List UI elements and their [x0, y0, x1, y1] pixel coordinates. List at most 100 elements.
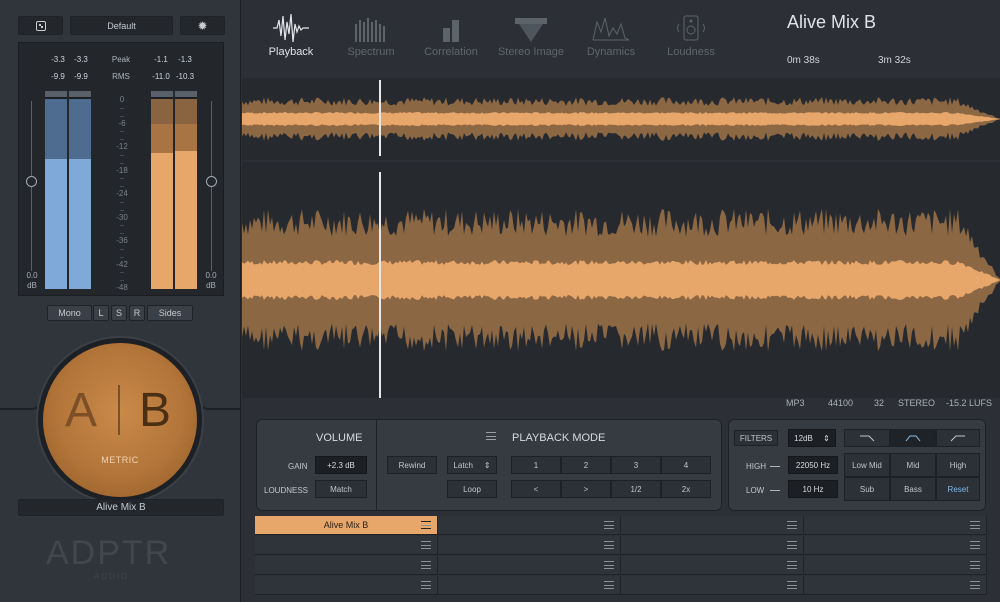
- track-slot[interactable]: Alive Mix B: [255, 516, 438, 535]
- prev-button[interactable]: <: [511, 480, 561, 498]
- cue-2-button[interactable]: 2: [561, 456, 611, 474]
- slot-menu-icon[interactable]: [421, 561, 431, 569]
- match-button[interactable]: Match: [315, 480, 367, 498]
- peak-value: -3.3: [74, 55, 88, 64]
- fader-a-handle[interactable]: [26, 176, 37, 187]
- track-slot[interactable]: [438, 516, 621, 535]
- track-name-field[interactable]: Alive Mix B: [18, 499, 224, 516]
- rewind-button[interactable]: Rewind: [387, 456, 437, 474]
- track-slot[interactable]: [255, 576, 438, 595]
- track-slot[interactable]: [804, 576, 987, 595]
- slot-menu-icon[interactable]: [787, 541, 797, 549]
- latch-label: Latch: [453, 460, 473, 470]
- slot-menu-icon[interactable]: [604, 561, 614, 569]
- slot-menu-icon[interactable]: [970, 581, 980, 589]
- slot-menu-icon[interactable]: [604, 581, 614, 589]
- low-freq-field[interactable]: 10 Hz: [788, 480, 838, 498]
- tab-stereo-image[interactable]: Stereo Image: [491, 10, 571, 58]
- track-slot[interactable]: [621, 576, 804, 595]
- next-button[interactable]: >: [561, 480, 611, 498]
- slot-menu-icon[interactable]: [787, 561, 797, 569]
- bass-button[interactable]: Bass: [890, 477, 936, 501]
- playhead-zoom[interactable]: [379, 172, 381, 398]
- dice-button[interactable]: [18, 16, 63, 35]
- ab-switch-button[interactable]: A B METRIC: [38, 338, 202, 502]
- slot-menu-icon[interactable]: [604, 541, 614, 549]
- bandpass-button[interactable]: [890, 429, 936, 447]
- slope-select[interactable]: 12dB ⇕: [788, 429, 836, 447]
- slot-menu-icon[interactable]: [421, 521, 431, 529]
- track-slot[interactable]: [621, 556, 804, 575]
- high-freq-field[interactable]: 22050 Hz: [788, 456, 838, 474]
- cue-3-button[interactable]: 3: [611, 456, 661, 474]
- double-speed-button[interactable]: 2x: [661, 480, 711, 498]
- rms-value: -9.9: [51, 72, 65, 81]
- scale-minor-tick: [120, 131, 124, 133]
- scale-tick: -6: [118, 118, 126, 128]
- high-button[interactable]: High: [936, 453, 980, 477]
- track-slot[interactable]: [621, 516, 804, 535]
- slot-menu-icon[interactable]: [970, 521, 980, 529]
- zoom-waveform[interactable]: [242, 162, 1000, 398]
- waveform-rms-envelope: [242, 112, 1000, 126]
- latch-select[interactable]: Latch ⇕: [447, 456, 497, 474]
- sub-button[interactable]: Sub: [844, 477, 890, 501]
- lowpass-button[interactable]: [844, 429, 890, 447]
- slot-menu-icon[interactable]: [604, 521, 614, 529]
- scale-tick: -24: [116, 189, 128, 198]
- tab-dynamics[interactable]: Dynamics: [571, 10, 651, 58]
- peak-label: Peak: [111, 55, 131, 64]
- volume-title: VOLUME: [316, 432, 363, 444]
- slot-menu-icon[interactable]: [421, 581, 431, 589]
- rms-value: -11.0: [152, 72, 170, 81]
- tab-correlation[interactable]: Correlation: [411, 10, 491, 58]
- tab-playback[interactable]: Playback: [251, 10, 331, 58]
- total-duration: 3m 32s: [878, 55, 911, 66]
- track-slot[interactable]: [804, 536, 987, 555]
- low-mid-button[interactable]: Low Mid: [844, 453, 890, 477]
- slot-menu-icon[interactable]: [787, 581, 797, 589]
- track-slot[interactable]: [438, 576, 621, 595]
- slot-menu-icon[interactable]: [787, 521, 797, 529]
- loop-button[interactable]: Loop: [447, 480, 497, 498]
- track-slots: Alive Mix B: [255, 516, 989, 596]
- settings-button[interactable]: ✹: [180, 16, 225, 35]
- track-slot[interactable]: [804, 556, 987, 575]
- meter-bar-a-left: [45, 91, 67, 289]
- cue-4-button[interactable]: 4: [661, 456, 711, 474]
- track-slot[interactable]: [438, 536, 621, 555]
- overview-waveform[interactable]: [242, 78, 1000, 160]
- fader-b-handle[interactable]: [206, 176, 217, 187]
- track-slot[interactable]: [804, 516, 987, 535]
- cue-1-button[interactable]: 1: [511, 456, 561, 474]
- mid-button[interactable]: Mid: [890, 453, 936, 477]
- slot-menu-icon[interactable]: [970, 561, 980, 569]
- tab-label: Loudness: [667, 46, 715, 58]
- scale-tick: -30: [116, 212, 128, 222]
- track-slot[interactable]: [621, 536, 804, 555]
- track-slot[interactable]: [255, 556, 438, 575]
- sample-rate: 44100: [828, 398, 854, 408]
- tab-loudness[interactable]: Loudness: [651, 10, 731, 58]
- half-speed-button[interactable]: 1/2: [611, 480, 661, 498]
- adptr-logo-sub: AUDIO: [94, 572, 130, 581]
- dash: [770, 466, 780, 467]
- highpass-button[interactable]: [936, 429, 980, 447]
- loudness-label: LOUDNESS: [264, 486, 309, 495]
- preset-select[interactable]: Default: [70, 16, 173, 35]
- gain-field[interactable]: +2.3 dB: [315, 456, 367, 474]
- highpass-icon: [950, 435, 965, 442]
- track-slot[interactable]: [255, 536, 438, 555]
- scale-minor-tick: [120, 162, 124, 164]
- filters-button[interactable]: FILTERS: [734, 430, 778, 446]
- peak-value: -3.3: [51, 55, 65, 64]
- slot-menu-icon[interactable]: [970, 541, 980, 549]
- reset-button[interactable]: Reset: [936, 477, 980, 501]
- tab-spectrum[interactable]: Spectrum: [331, 10, 411, 58]
- peak-value: -1.3: [178, 55, 192, 64]
- slot-menu-icon[interactable]: [421, 541, 431, 549]
- track-slot[interactable]: [438, 556, 621, 575]
- playhead-overview[interactable]: [379, 80, 381, 156]
- panel-separator: [376, 420, 377, 510]
- playback-menu-icon[interactable]: [486, 432, 496, 440]
